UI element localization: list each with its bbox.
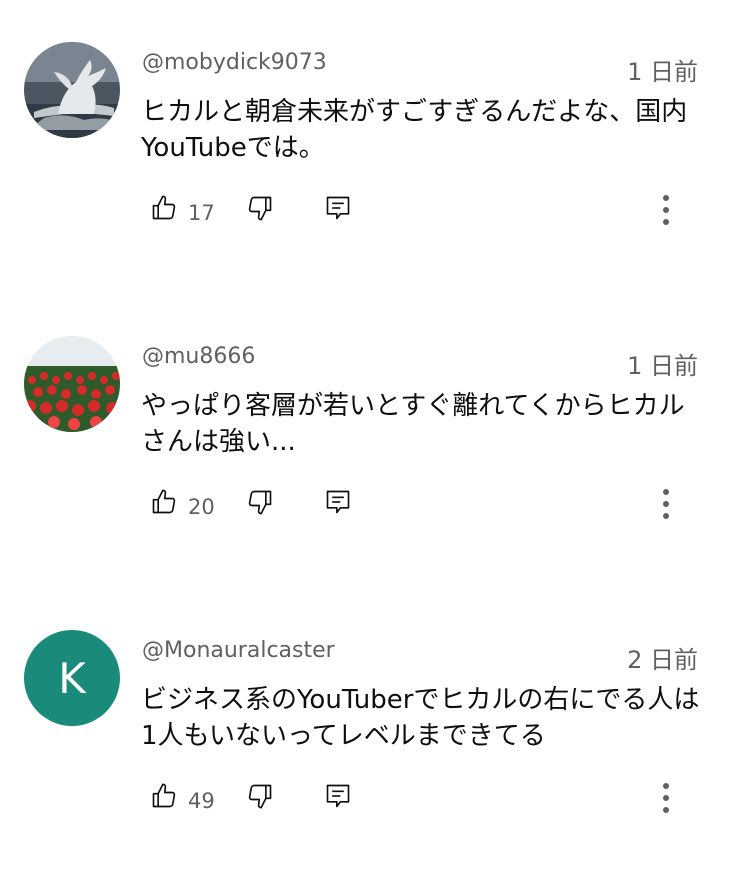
avatar[interactable] [24,42,120,138]
tulip-avatar-image [24,336,120,432]
reply-icon [326,196,350,220]
more-options-button[interactable] [654,780,678,816]
reply-button[interactable] [324,488,352,516]
thumbs-down-icon [248,784,272,809]
more-vertical-icon [663,195,669,225]
comment-text: ヒカルと朝倉未来がすごすぎるんだよな、国内YouTubeでは。 [141,97,688,163]
comment-date: 1 日前 [627,352,698,380]
comment-author[interactable]: @Monauralcaster [142,638,335,663]
like-button[interactable] [150,488,178,516]
like-count: 49 [188,789,215,813]
comment-text: ビジネス系のYouTuberでヒカルの右にでる人は1人もいないってレベルまできて… [141,685,700,751]
comment-date: 2 日前 [627,646,698,674]
comment-author[interactable]: @mu8666 [142,344,255,369]
like-button[interactable] [150,782,178,810]
comment-item: K @Monauralcaster 2 日前 ビジネス系のYouTuberでヒカ… [0,630,750,860]
like-button[interactable] [150,194,178,222]
more-vertical-icon [663,783,669,813]
comment-item: @mobydick9073 1 日前 ヒカルと朝倉未来がすごすぎるんだよな、国内… [0,42,750,272]
comment-actions: 17 [142,194,702,226]
comment-actions: 20 [142,488,702,520]
thumbs-down-icon [248,490,272,515]
thumbs-up-icon [152,195,176,220]
dislike-button[interactable] [246,488,274,516]
thumbs-down-icon [248,196,272,221]
dislike-button[interactable] [246,194,274,222]
whale-avatar-image [24,42,120,138]
avatar[interactable] [24,336,120,432]
reply-button[interactable] [324,782,352,810]
comment-text: やっぱり客層が若いとすぐ離れてくからヒカルさんは強い... [141,391,685,457]
comment-date: 1 日前 [627,58,698,86]
comment-actions: 49 [142,782,702,814]
thumbs-up-icon [152,489,176,514]
avatar[interactable]: K [24,630,120,726]
comment-author[interactable]: @mobydick9073 [142,50,327,75]
like-count: 17 [188,201,215,225]
dislike-button[interactable] [246,782,274,810]
thumbs-up-icon [152,783,176,808]
avatar-letter: K [58,653,86,703]
like-count: 20 [188,495,215,519]
reply-icon [326,490,350,514]
reply-button[interactable] [324,194,352,222]
more-vertical-icon [663,489,669,519]
more-options-button[interactable] [654,486,678,522]
comment-item: @mu8666 1 日前 やっぱり客層が若いとすぐ離れてくからヒカルさんは強い.… [0,336,750,566]
more-options-button[interactable] [654,192,678,228]
reply-icon [326,784,350,808]
